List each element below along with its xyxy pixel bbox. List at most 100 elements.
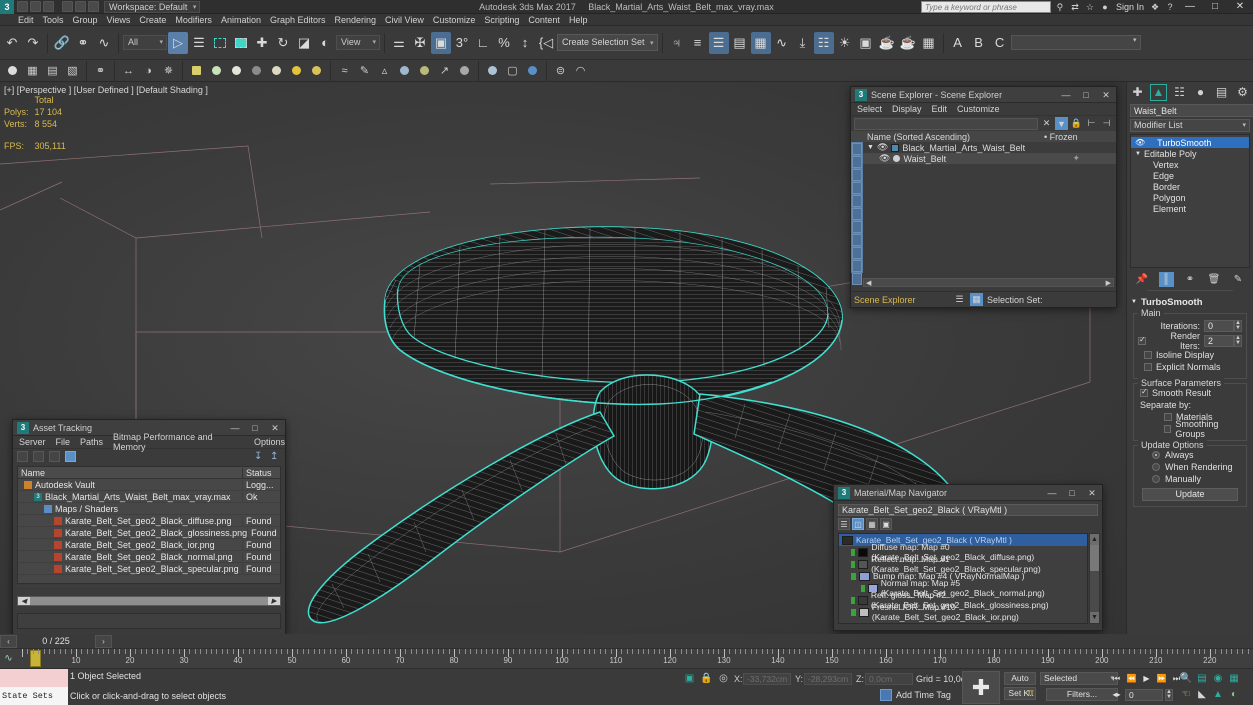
se-menu-select[interactable]: Select — [857, 104, 882, 114]
curve-tangent-icon[interactable]: ⋅π — [1022, 688, 1036, 701]
systems-icon[interactable] — [523, 62, 542, 80]
column-name[interactable]: Name — [18, 468, 242, 478]
array-icon[interactable]: ▦ — [23, 62, 42, 80]
show-end-result-icon[interactable]: ║ — [1158, 271, 1174, 287]
matnav-vscrollbar[interactable]: ▲ ▼ — [1089, 533, 1100, 624]
timeline-ruler[interactable]: 10 20 30 40 50 60 70 80 90 100 110 120 130 140 150 160 1… — [22, 649, 1253, 668]
snapshot-icon[interactable]: ▤ — [43, 62, 62, 80]
modifier-stack-item-editable-poly[interactable]: ▼ Editable Poly — [1131, 148, 1249, 159]
minimize-button[interactable]: — — [1179, 0, 1201, 14]
particle-system-icon[interactable]: ▵ — [375, 62, 394, 80]
go-to-start-icon[interactable]: ⏮ — [1110, 672, 1123, 685]
column-status[interactable]: Status — [242, 467, 280, 478]
column-name[interactable]: Name (Sorted Ascending) — [851, 132, 1044, 142]
modifier-stack[interactable]: 👁 TurboSmooth ▼ Editable Poly Vertex Edg… — [1130, 134, 1250, 268]
expand-all-icon[interactable]: ⊢ — [1085, 117, 1098, 130]
table-row[interactable]: Karate_Belt_Set_geo2_Black_ior.png Found — [18, 539, 280, 551]
current-frame-display[interactable]: 0 / 225 — [17, 636, 95, 646]
menu-item-content[interactable]: Content — [528, 15, 560, 25]
select-by-name-icon[interactable]: ☰ — [189, 32, 209, 54]
add-time-tag-row[interactable]: Add Time Tag — [880, 689, 951, 701]
scroll-down-icon[interactable]: ▼ — [1090, 612, 1099, 623]
se-menu-edit[interactable]: Edit — [932, 104, 948, 114]
frame-spinner-arrows[interactable]: ▲ ▼ — [1165, 688, 1173, 701]
scroll-up-icon[interactable]: ▲ — [1090, 534, 1099, 545]
at-menu-file[interactable]: File — [56, 437, 71, 447]
display-tab-icon[interactable]: ▤ — [1213, 84, 1230, 101]
light-target-icon[interactable] — [415, 62, 434, 80]
table-row[interactable]: Karate_Belt_Set_geo2_Black_normal.png Fo… — [18, 551, 280, 563]
view-list-icon[interactable]: ☰ — [838, 518, 850, 530]
save-file-icon[interactable] — [43, 1, 54, 12]
collapse-all-icon[interactable]: ⊣ — [1100, 117, 1113, 130]
curve-editor-icon[interactable]: ▦ — [750, 31, 771, 54]
hair-and-fur-icon[interactable]: ≈ — [335, 62, 354, 80]
select-and-place-icon[interactable]: ◐ — [315, 32, 335, 54]
search-icon[interactable]: ⚲ — [1054, 1, 1066, 13]
unlink-selection-icon[interactable]: ⚭ — [73, 32, 93, 54]
sub-object-border[interactable]: Border — [1131, 181, 1249, 192]
workspace-selector[interactable]: Workspace: Default — [104, 0, 201, 13]
selection-lock-region-icon[interactable]: ▣ — [683, 672, 696, 685]
camera-free-icon[interactable] — [455, 62, 474, 80]
next-frame-button[interactable]: › — [95, 634, 112, 648]
modifier-stack-item-turbosmooth[interactable]: 👁 TurboSmooth — [1131, 137, 1249, 148]
select-and-manipulate-icon[interactable]: ✠ — [410, 32, 430, 54]
clear-search-icon[interactable]: ✕ — [1040, 117, 1053, 130]
modifier-list-dropdown[interactable]: Modifier List — [1130, 119, 1250, 132]
scene-explorer-window[interactable]: 3 Scene Explorer - Scene Explorer — □ ✕ … — [850, 86, 1117, 308]
window-crossing-toggle-icon[interactable] — [231, 32, 251, 54]
y-coordinate-value[interactable]: -28,293cm — [804, 672, 852, 685]
toggle-layer-explorer-icon[interactable]: ▤ — [730, 32, 750, 54]
sidebar-icon-particles[interactable] — [852, 260, 862, 272]
object-name-input[interactable] — [1130, 104, 1253, 117]
time-tag-icon[interactable] — [880, 689, 892, 701]
menu-item-customize[interactable]: Customize — [433, 15, 476, 25]
frozen-state-icon[interactable]: ✦ — [1072, 153, 1080, 164]
redo-icon[interactable] — [75, 1, 86, 12]
zoom-extents-icon[interactable]: ◉ — [1211, 671, 1225, 685]
space-warp-icon[interactable]: ▢ — [503, 62, 522, 80]
rendered-frame-window-icon[interactable]: ▣ — [856, 32, 876, 54]
user-account-icon[interactable]: ● — [1099, 1, 1111, 13]
undo-button[interactable]: ↶ — [2, 32, 22, 54]
project-folder-b-icon[interactable]: B — [969, 32, 989, 54]
table-row[interactable]: Karate_Belt_Set_geo2_Black_diffuse.png F… — [18, 515, 280, 527]
table-row[interactable]: Maps / Shaders — [18, 503, 280, 515]
align-icon[interactable]: ♃ — [667, 32, 687, 54]
slate-material-editor-icon[interactable]: ☷ — [813, 31, 834, 54]
rectangular-selection-region-icon[interactable] — [210, 32, 230, 54]
close-button[interactable]: ✕ — [1229, 0, 1251, 14]
menu-item-graph-editors[interactable]: Graph Editors — [270, 15, 326, 25]
key-filter-combo[interactable]: Selected — [1040, 672, 1118, 685]
table-row[interactable]: Autodesk Vault Logg... — [18, 479, 280, 491]
project-folder-icon[interactable] — [88, 1, 99, 12]
z-coordinate-value[interactable]: 0,0cm — [865, 672, 913, 685]
percent-snap-icon[interactable]: ∟ — [473, 32, 493, 54]
named-selection-sets-combo[interactable] — [1010, 35, 1141, 50]
smooth-result-row[interactable]: Smooth Result — [1138, 387, 1242, 399]
table-row[interactable] — [18, 575, 280, 587]
sub-object-polygon[interactable]: Polygon — [1131, 192, 1249, 203]
help-icon[interactable]: ? — [1164, 1, 1176, 13]
at-menu-bitmap-performance[interactable]: Bitmap Performance and Memory — [113, 432, 244, 452]
when-rendering-radio[interactable] — [1152, 463, 1160, 471]
auto-key-button[interactable]: Auto — [1004, 672, 1036, 685]
sub-object-element[interactable]: Element — [1131, 203, 1249, 214]
create-selection-set-button[interactable]: Create Selection Set — [557, 34, 658, 51]
render-iters-checkbox[interactable] — [1138, 335, 1146, 345]
sidebar-icon-shapes[interactable] — [852, 156, 862, 168]
table-row[interactable]: 3 Black_Martial_Arts_Waist_Belt_max_vray… — [18, 491, 280, 503]
walkthrough-icon[interactable]: ▲ — [1211, 687, 1225, 701]
field-of-view-icon[interactable]: ◐ — [1227, 687, 1241, 701]
prev-frame-button[interactable]: ‹ — [0, 634, 17, 648]
clone-tool-icon[interactable]: ⚭ — [91, 62, 110, 80]
zoom-region-icon[interactable]: ▦ — [1227, 671, 1241, 685]
x-coordinate-field[interactable]: X: -33,732cm — [734, 672, 791, 685]
menu-item-edit[interactable]: Edit — [18, 15, 34, 25]
scene-object-name[interactable]: Black_Martial_Arts_Waist_Belt — [902, 143, 1025, 153]
search-input[interactable]: Type a keyword or phrase — [920, 0, 1051, 13]
sub-object-edge[interactable]: Edge — [1131, 170, 1249, 181]
menu-item-create[interactable]: Create — [139, 15, 166, 25]
expand-arrow-icon[interactable]: ▼ — [867, 144, 874, 151]
